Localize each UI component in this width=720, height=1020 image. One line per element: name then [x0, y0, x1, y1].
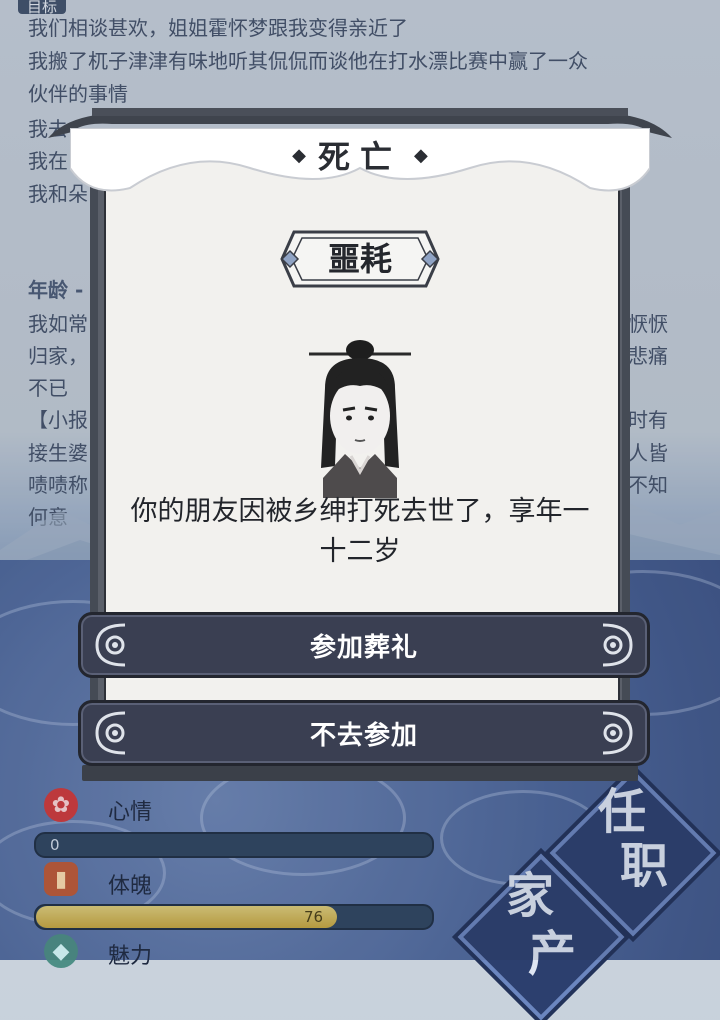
attend-funeral-label: 参加葬礼 — [309, 632, 418, 663]
dialog-title: ◆ 死亡 ◆ — [235, 128, 485, 182]
death-message: 你的朋友因被乡绅打死去世了，享年一十二岁 — [130, 496, 590, 567]
cloud-ornament-left-icon — [95, 711, 126, 755]
decline-funeral-label: 不去参加 — [309, 720, 418, 751]
badge-text: 噩耗 — [327, 240, 392, 278]
cloud-ornament-right-icon — [602, 623, 633, 667]
cloud-ornament-right-icon — [602, 711, 633, 755]
friend-portrait — [309, 340, 411, 498]
dialog-bottom-rod — [82, 765, 638, 781]
attend-funeral-button[interactable]: 参加葬礼 — [78, 612, 650, 678]
cloud-ornament-left-icon — [95, 623, 126, 667]
bad-news-badge: 噩耗 — [280, 230, 440, 288]
decline-funeral-button[interactable]: 不去参加 — [78, 700, 650, 766]
title-dot-right: ◆ — [414, 144, 428, 166]
dialog-title-text: 死亡 — [317, 138, 402, 176]
title-dot-left: ◆ — [292, 144, 306, 166]
